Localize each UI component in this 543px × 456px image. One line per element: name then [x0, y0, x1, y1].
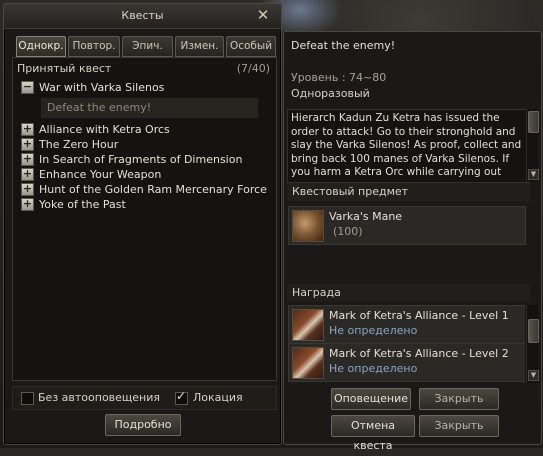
scroll-thumb[interactable] [528, 319, 539, 343]
quest-item[interactable]: + In Search of Fragments of Dimension [19, 152, 272, 167]
collapse-icon[interactable]: − [21, 81, 34, 94]
quest-item[interactable]: + The Zero Hour [19, 137, 272, 152]
rewards-scrollbar[interactable]: ▼ [526, 305, 539, 383]
expand-icon[interactable]: + [21, 123, 34, 136]
tab-epic[interactable]: Эпич. [122, 36, 173, 57]
reward-item-row[interactable]: Mark of Ketra's Alliance - Level 1 Не оп… [288, 305, 525, 344]
expand-icon[interactable]: + [21, 198, 34, 211]
quest-item[interactable]: + Enhance Your Weapon [19, 167, 272, 182]
quest-tabs: Однокр. Повтор. Эпич. Измен. Особый [16, 36, 276, 57]
location-checkbox[interactable]: ✓ [175, 389, 188, 405]
quest-window: Квесты ✕ Однокр. Повтор. Эпич. Измен. Ос… [3, 3, 282, 445]
expand-icon[interactable]: + [21, 138, 34, 151]
details-button[interactable]: Подробно [105, 414, 181, 436]
detail-title: Defeat the enemy! [291, 39, 396, 52]
scroll-thumb[interactable] [528, 111, 539, 133]
quest-detail-window: Defeat the enemy! Уровень : 74~80 Однора… [283, 31, 542, 452]
mane-item-icon [292, 210, 324, 242]
quest-item[interactable]: + Hunt of the Golden Ram Mercenary Force [19, 182, 272, 197]
quest-item[interactable]: − War with Varka Silenos [19, 80, 272, 95]
close-button-2[interactable]: Закрыть [419, 415, 499, 437]
notify-button[interactable]: Оповещение [331, 388, 411, 410]
quest-list: − War with Varka Silenos Defeat the enem… [19, 80, 272, 212]
expand-icon[interactable]: + [21, 168, 34, 181]
tab-changed[interactable]: Измен. [175, 36, 224, 57]
accepted-label: Принятый квест [17, 62, 112, 75]
level-label: Уровень : [291, 71, 346, 84]
quest-item-row[interactable]: Varka's Mane (100) [288, 206, 526, 245]
quest-item[interactable]: + Yoke of the Past [19, 197, 272, 212]
quest-list-panel: Принятый квест (7/40) − War with Varka S… [12, 57, 277, 381]
accepted-quests-header: Принятый квест (7/40) [17, 62, 270, 76]
scroll-down-icon[interactable]: ▼ [528, 370, 539, 381]
checkmark-icon: ✓ [176, 389, 187, 403]
quest-item-name: Varka's Mane [329, 210, 403, 223]
reward-status: Не определено [329, 362, 418, 375]
quest-name: In Search of Fragments of Dimension [39, 153, 243, 166]
reward-status: Не определено [329, 324, 418, 337]
no-notify-checkbox[interactable] [21, 392, 34, 405]
options-bar: Без автооповещения ✓ Локация [12, 386, 277, 410]
quest-step-selected[interactable]: Defeat the enemy! [41, 98, 258, 118]
description-scrollbar[interactable]: ▼ [526, 109, 539, 182]
quest-name: The Zero Hour [39, 138, 119, 151]
no-notify-label: Без автооповещения [38, 391, 161, 404]
tab-special[interactable]: Особый [226, 36, 276, 57]
quest-item-header: Квестовый предмет [287, 183, 530, 201]
reward-name: Mark of Ketra's Alliance - Level 2 [329, 347, 509, 360]
tab-onetime[interactable]: Однокр. [16, 36, 66, 57]
location-label: Локация [193, 391, 243, 404]
expand-icon[interactable]: + [21, 183, 34, 196]
rewards-list: Mark of Ketra's Alliance - Level 1 Не оп… [287, 305, 525, 383]
claw-item-icon [292, 309, 324, 341]
cancel-quest-button[interactable]: Отмена квеста [331, 415, 415, 452]
tab-repeatable[interactable]: Повтор. [68, 36, 120, 57]
accepted-count: (7/40) [236, 62, 270, 75]
reward-header: Награда [287, 284, 530, 302]
close-icon[interactable]: ✕ [255, 7, 271, 23]
level-range: Уровень : 74~80 [291, 71, 386, 84]
quest-description: Hierarch Kadun Zu Ketra has issued the o… [287, 109, 530, 183]
claw-item-icon [292, 347, 324, 379]
scroll-down-icon[interactable]: ▼ [528, 169, 539, 180]
quest-item-qty: (100) [333, 225, 363, 238]
quest-item[interactable]: + Alliance with Ketra Orcs [19, 122, 272, 137]
reward-name: Mark of Ketra's Alliance - Level 1 [329, 309, 509, 322]
quest-name: Alliance with Ketra Orcs [39, 123, 170, 136]
close-button[interactable]: Закрыть [419, 388, 499, 410]
reward-item-row[interactable]: Mark of Ketra's Alliance - Level 2 Не оп… [288, 343, 525, 382]
quest-name: War with Varka Silenos [39, 81, 165, 94]
quest-type: Одноразовый [291, 87, 370, 100]
expand-icon[interactable]: + [21, 153, 34, 166]
quest-name: Hunt of the Golden Ram Mercenary Force [39, 183, 267, 196]
quest-name: Enhance Your Weapon [39, 168, 162, 181]
level-value: 74~80 [349, 71, 387, 84]
window-title: Квесты [4, 4, 281, 29]
quest-name: Yoke of the Past [39, 198, 126, 211]
